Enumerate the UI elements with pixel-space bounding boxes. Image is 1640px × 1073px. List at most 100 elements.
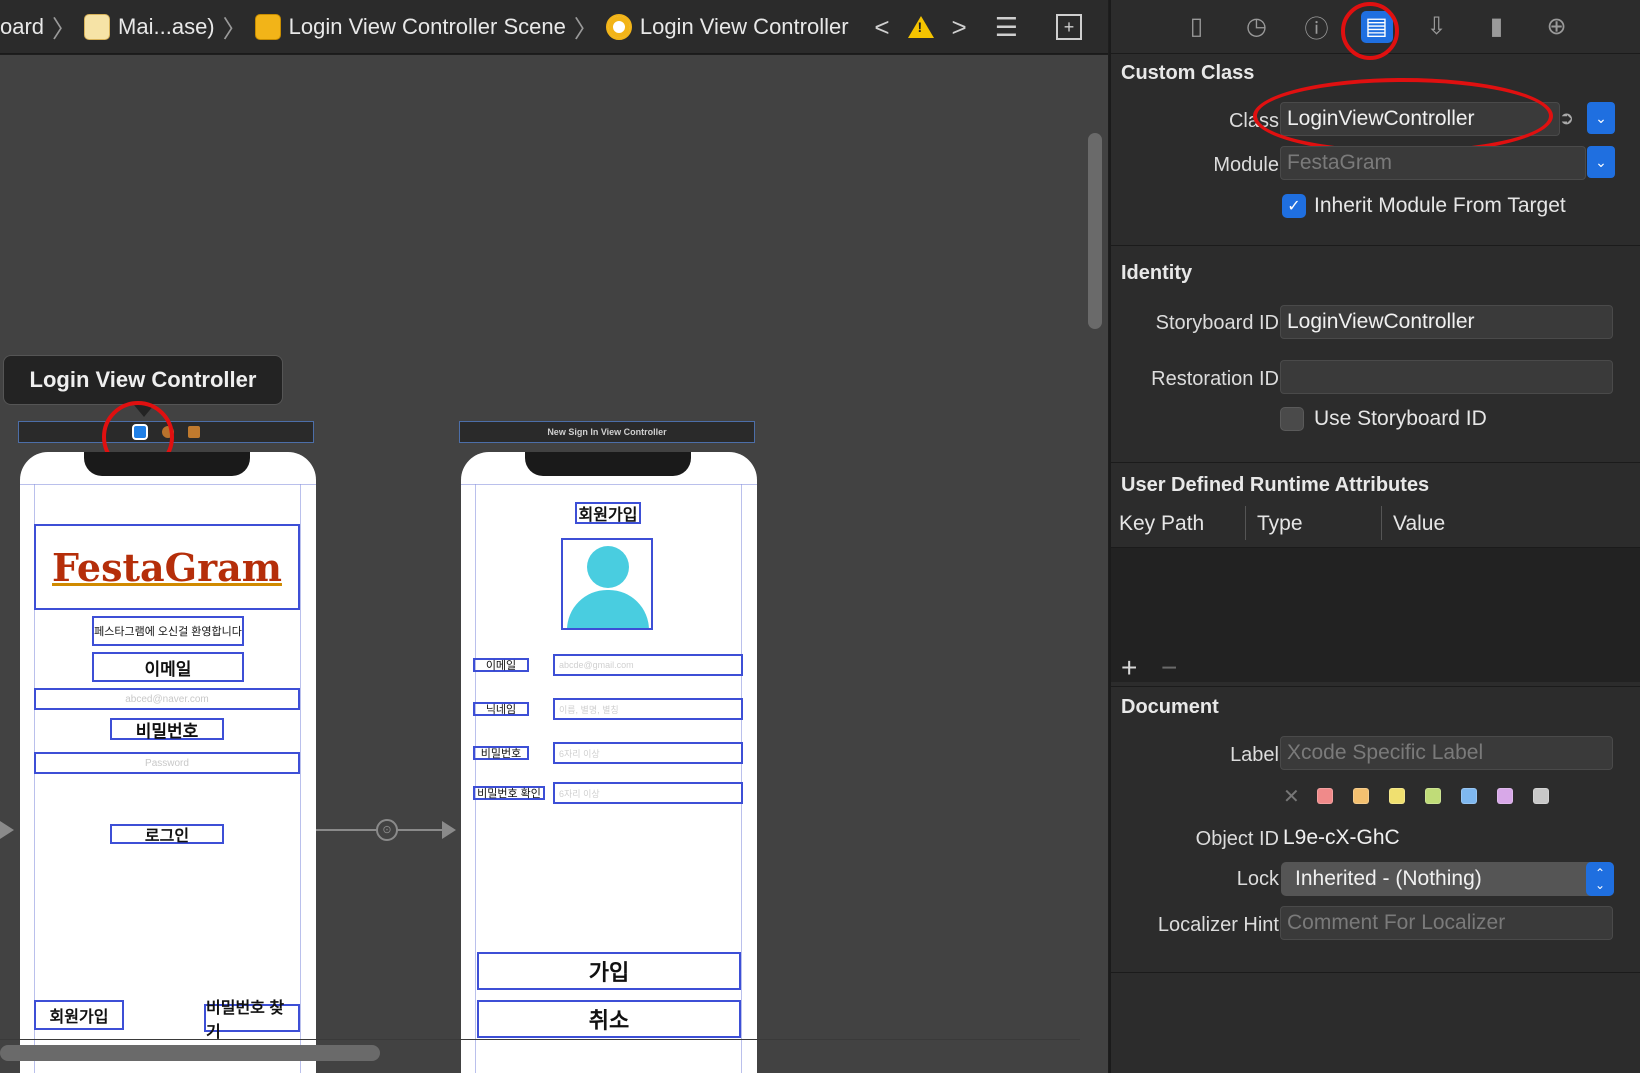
module-dropdown-button[interactable]: ⌄	[1587, 146, 1615, 178]
section-title-text: User Defined Runtime Attributes	[1121, 474, 1430, 496]
signup-button[interactable]: 회원가입	[34, 1000, 124, 1030]
logo-box[interactable]: FestaGram	[34, 524, 300, 610]
login-button-label: 로그인	[144, 828, 190, 845]
find-password-button[interactable]: 비밀번호 찾기	[204, 1000, 300, 1041]
scene-dock-signup[interactable]: New Sign In View Controller	[459, 421, 755, 443]
forward-chevron-icon[interactable]: >	[952, 12, 967, 43]
password-field[interactable]: Password	[34, 752, 300, 774]
lock-popup[interactable]: Inherited - (Nothing) ⌃ ⌄	[1281, 862, 1614, 896]
scene-tooltip-label: Login View Controller	[29, 367, 257, 392]
jump-bar: oard 〉 Mai...ase) 〉 Login View Controlle…	[0, 0, 1108, 54]
layout-guide	[741, 484, 742, 1073]
breadcrumb-scene[interactable]: Login View Controller Scene	[254, 13, 566, 40]
join-button-label: 가입	[588, 960, 630, 985]
breadcrumb-main[interactable]: Mai...ase)	[84, 13, 215, 40]
horizontal-scrollbar[interactable]	[0, 1045, 380, 1061]
label-text: Localizer Hint	[1157, 914, 1279, 936]
module-label: Module	[1121, 154, 1279, 177]
inherit-module-checkbox[interactable]: ✓	[1282, 194, 1306, 218]
email-placeholder: abcde@gmail.com	[559, 660, 634, 670]
checkbox-label-text: Inherit Module From Target	[1314, 194, 1566, 217]
breadcrumb-storyboard[interactable]: oard	[0, 14, 44, 40]
color-swatch-purple[interactable]	[1497, 788, 1513, 804]
storyboard-id-field[interactable]: LoginViewController	[1280, 305, 1613, 339]
attributes-inspector-icon[interactable]: ⇩	[1421, 11, 1453, 43]
inspector-panel: ▯ ◷ ⓘ ▤ ⇩ ▮ ⊕ Custom Class Class LoginVi…	[1109, 0, 1640, 1073]
highlight-circle	[1341, 2, 1399, 60]
email-field[interactable]: abced@naver.com	[34, 688, 300, 710]
label-field[interactable]: Xcode Specific Label	[1280, 736, 1613, 770]
column-header-type[interactable]: Type	[1257, 512, 1303, 536]
use-storyboard-id-checkbox[interactable]	[1280, 407, 1304, 431]
welcome-label[interactable]: 페스타그램에 오신걸 환영합니다	[92, 616, 244, 646]
add-editor-icon[interactable]: +	[1056, 14, 1082, 40]
scene-tooltip: Login View Controller	[3, 355, 283, 417]
nickname-placeholder: 이름, 별명, 별칭	[559, 704, 619, 715]
clear-color-icon[interactable]: ✕	[1283, 784, 1300, 809]
label-text: Restoration ID	[1151, 368, 1279, 390]
column-header-keypath[interactable]: Key Path	[1119, 512, 1204, 536]
label-text: Label	[1230, 744, 1279, 766]
password-confirm-field[interactable]: 6자리 이상	[553, 782, 743, 804]
safe-area-guide	[461, 484, 757, 485]
label-label: Label	[1121, 744, 1279, 767]
warning-icon[interactable]	[907, 16, 934, 38]
signup-button-label: 회원가입	[49, 1009, 109, 1026]
nickname-label[interactable]: 닉네임	[473, 702, 529, 716]
exit-icon[interactable]	[188, 426, 200, 438]
remove-attribute-icon[interactable]: −	[1161, 652, 1177, 684]
join-button[interactable]: 가입	[477, 952, 741, 990]
find-password-label: 비밀번호 찾기	[206, 1000, 285, 1041]
module-field[interactable]: FestaGram	[1280, 146, 1586, 180]
module-value: FestaGram	[1287, 151, 1393, 174]
connections-inspector-icon[interactable]: ⊕	[1541, 11, 1573, 43]
nickname-field[interactable]: 이름, 별명, 별칭	[553, 698, 743, 720]
localizer-hint-field[interactable]: Comment For Localizer	[1280, 906, 1613, 940]
breadcrumb-controller[interactable]: Login View Controller	[605, 13, 849, 40]
back-chevron-icon[interactable]: <	[874, 12, 889, 43]
udra-table[interactable]: Key Path Type Value	[1111, 500, 1640, 682]
password-label[interactable]: 비밀번호	[473, 746, 529, 760]
email-label-text: 이메일	[144, 659, 192, 679]
color-swatch-blue[interactable]	[1461, 788, 1477, 804]
column-header-value[interactable]: Value	[1393, 512, 1445, 536]
signup-phone-frame[interactable]: 회원가입 이메일 abcde@gmail.com 닉네임 이름, 별명, 별칭 …	[461, 452, 757, 1073]
color-swatch-green[interactable]	[1425, 788, 1441, 804]
restoration-id-field[interactable]	[1280, 360, 1613, 394]
password-label[interactable]: 비밀번호	[110, 718, 224, 741]
add-attribute-icon[interactable]: +	[1121, 652, 1137, 684]
storyboard-canvas[interactable]: Login View Controller FestaGram 페스타그램에 오…	[0, 55, 1108, 1073]
login-button[interactable]: 로그인	[110, 824, 224, 845]
email-field[interactable]: abcde@gmail.com	[553, 654, 743, 676]
password-confirm-placeholder: 6자리 이상	[559, 788, 600, 799]
profile-image-icon[interactable]	[561, 538, 653, 630]
view-controller-icon	[605, 13, 632, 40]
history-inspector-icon[interactable]: ◷	[1241, 11, 1273, 43]
lines-icon[interactable]: ☰	[995, 12, 1018, 43]
password-confirm-label[interactable]: 비밀번호 확인	[473, 786, 545, 800]
label-placeholder: Xcode Specific Label	[1287, 741, 1484, 764]
size-inspector-icon[interactable]: ▮	[1481, 11, 1513, 43]
class-dropdown-button[interactable]: ⌄	[1587, 102, 1615, 134]
canvas-bottom-line	[0, 1039, 1080, 1040]
scene-icon	[254, 13, 281, 40]
color-swatch-orange[interactable]	[1353, 788, 1369, 804]
color-swatch-gray[interactable]	[1533, 788, 1549, 804]
column-separator	[1381, 506, 1382, 540]
email-label[interactable]: 이메일	[92, 652, 244, 682]
email-label[interactable]: 이메일	[473, 658, 529, 672]
udra-title: User Defined Runtime Attributes	[1121, 474, 1429, 497]
segue-icon[interactable]: ⊙	[376, 819, 398, 841]
file-inspector-icon[interactable]: ▯	[1181, 11, 1213, 43]
signup-title[interactable]: 회원가입	[575, 502, 641, 524]
vertical-scrollbar[interactable]	[1088, 133, 1102, 329]
cancel-button[interactable]: 취소	[477, 1000, 741, 1038]
login-phone-frame[interactable]: FestaGram 페스타그램에 오신걸 환영합니다 이메일 abced@nav…	[20, 452, 316, 1073]
color-swatch-yellow[interactable]	[1389, 788, 1405, 804]
help-inspector-icon[interactable]: ⓘ	[1301, 11, 1333, 43]
layout-guide	[300, 484, 301, 1073]
password-field[interactable]: 6자리 이상	[553, 742, 743, 764]
logo-text: FestaGram	[52, 544, 282, 590]
color-swatch-red[interactable]	[1317, 788, 1333, 804]
go-arrow-icon[interactable]: ➲	[1559, 108, 1574, 129]
